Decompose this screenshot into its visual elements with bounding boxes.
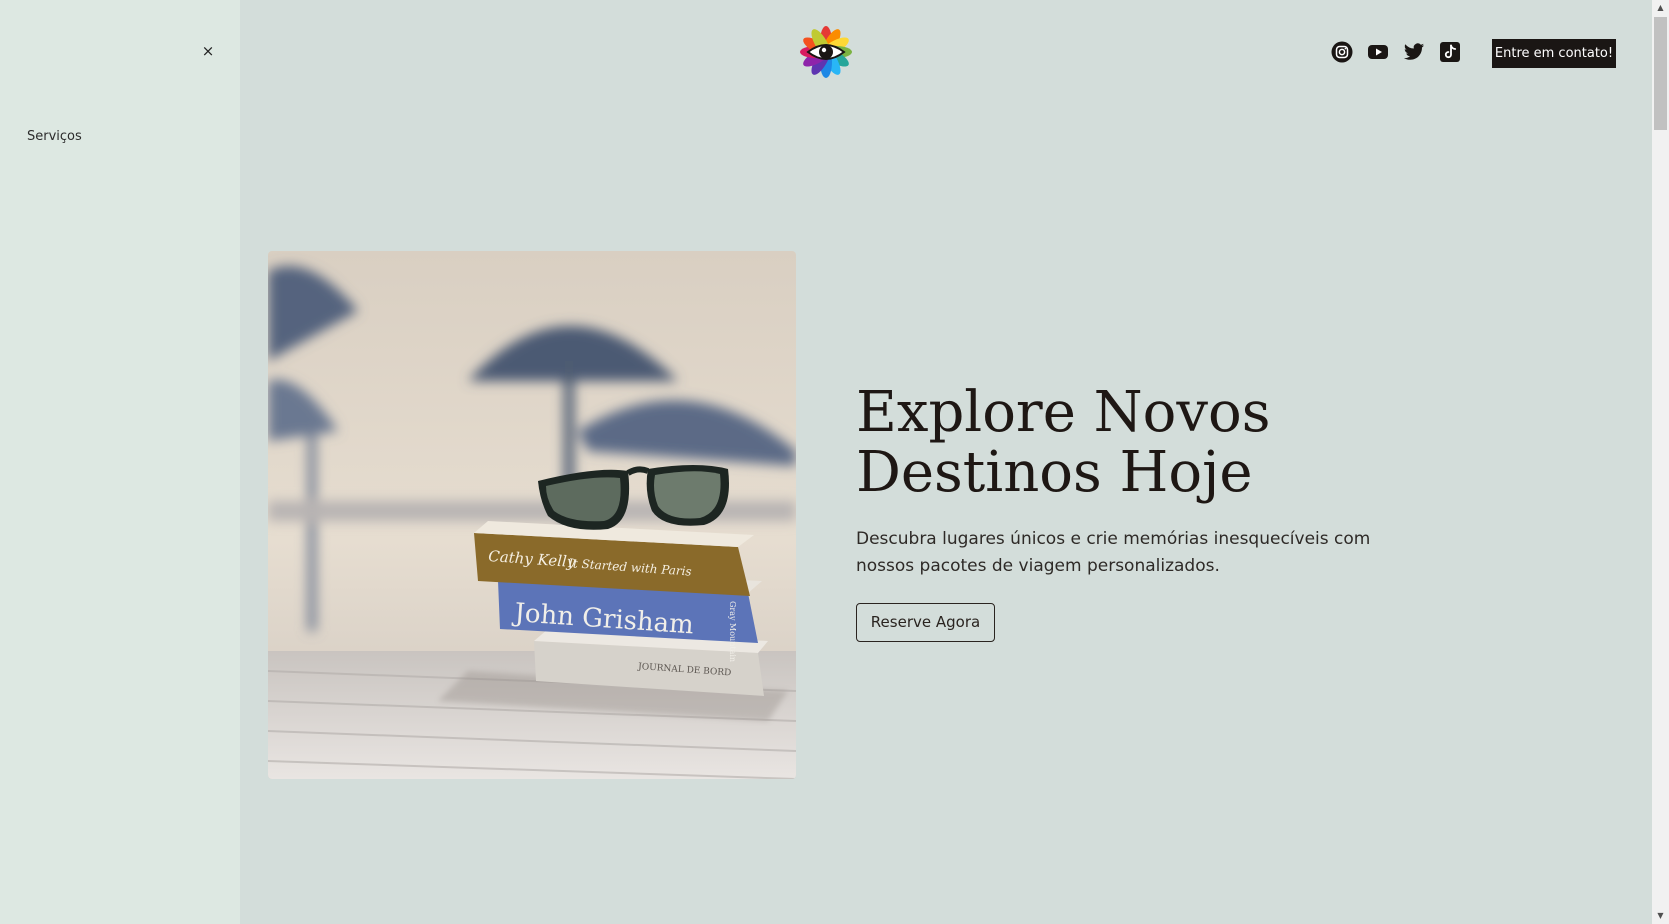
sidebar-menu: × Serviços [0, 0, 240, 924]
scroll-down-arrow-icon[interactable]: ▼ [1652, 908, 1669, 924]
svg-text:Gray Mountain: Gray Mountain [728, 601, 737, 662]
eye-flower-logo[interactable] [799, 25, 853, 79]
hero-title: Explore Novos Destinos Hoje [856, 380, 1271, 505]
contact-button[interactable]: Entre em contato! [1492, 39, 1616, 68]
youtube-icon[interactable] [1367, 41, 1389, 63]
tiktok-icon[interactable] [1439, 41, 1461, 63]
reserve-now-button[interactable]: Reserve Agora [856, 603, 995, 642]
scroll-up-arrow-icon[interactable]: ▲ [1652, 0, 1669, 16]
twitter-icon[interactable] [1403, 41, 1425, 63]
close-icon[interactable]: × [199, 42, 217, 60]
sidebar-item-servicos[interactable]: Serviços [27, 129, 82, 144]
instagram-icon[interactable] [1331, 41, 1353, 63]
vertical-scrollbar[interactable]: ▲ ▼ [1652, 0, 1669, 924]
scrollbar-thumb[interactable] [1654, 17, 1667, 130]
sunglasses-on-books-beach-photo: JOURNAL DE BORD John Grisham Gray Mounta… [268, 251, 796, 779]
hero-subtitle: Descubra lugares únicos e crie memórias … [856, 529, 1371, 576]
